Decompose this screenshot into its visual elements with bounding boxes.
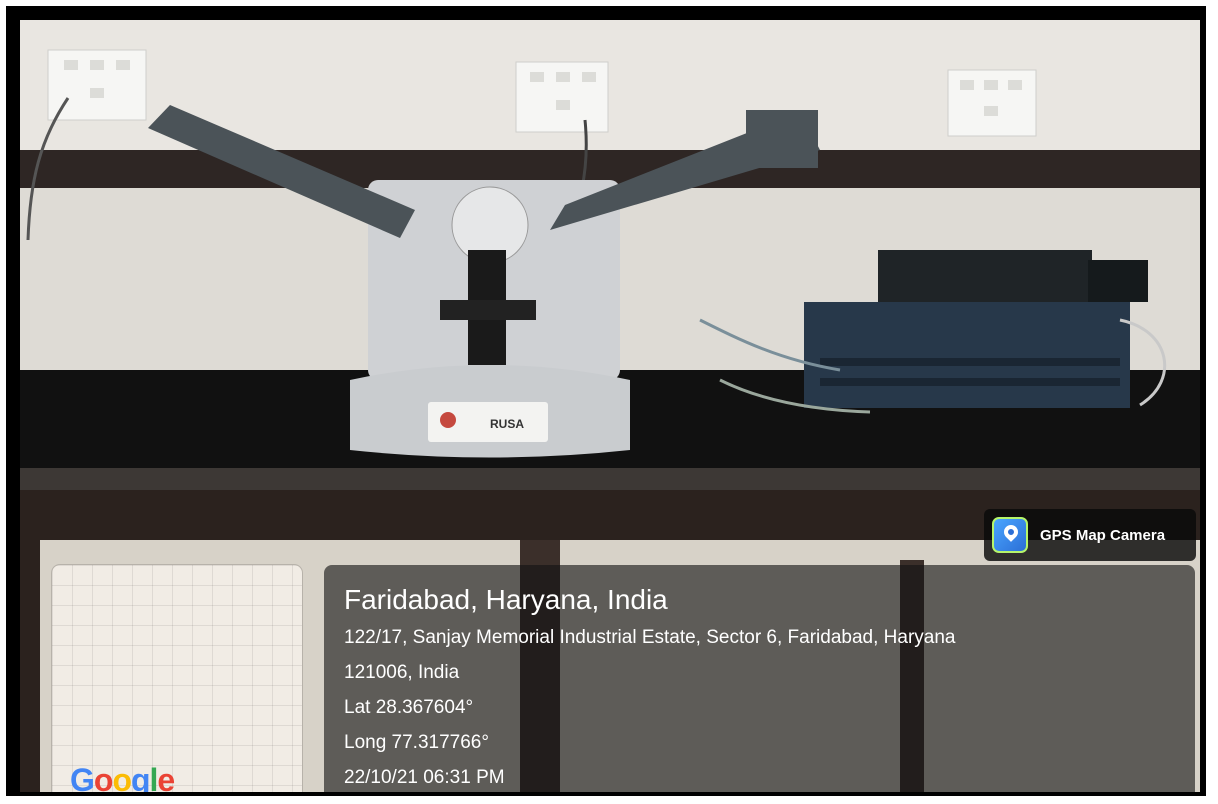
wall-socket-right [947, 69, 1037, 137]
location-title: Faridabad, Haryana, India [344, 584, 668, 615]
app-name: GPS Map Camera [1040, 526, 1166, 544]
google-logo-text: Google [70, 762, 175, 792]
wall-socket-middle [515, 61, 609, 133]
gps-map-camera-icon [992, 517, 1028, 553]
google-logo: Google [70, 762, 175, 792]
photo: RUSA Google GPS Map Camera Faridabad, Ha… [20, 20, 1200, 792]
instrument-label: RUSA [490, 417, 524, 431]
app-badge: GPS Map Camera [984, 509, 1196, 561]
wall-socket-left [47, 49, 147, 121]
address-line-2: 121006, India [344, 662, 460, 683]
longitude: Long 77.317766° [344, 732, 489, 753]
address-line-1: 122/17, Sanjay Memorial Industrial Estat… [344, 627, 956, 648]
location-caption: Faridabad, Haryana, India 122/17, Sanjay… [324, 565, 1195, 792]
map-thumbnail: Google [52, 565, 302, 792]
latitude: Lat 28.367604° [344, 697, 474, 718]
timestamp: 22/10/21 06:31 PM [344, 767, 505, 788]
